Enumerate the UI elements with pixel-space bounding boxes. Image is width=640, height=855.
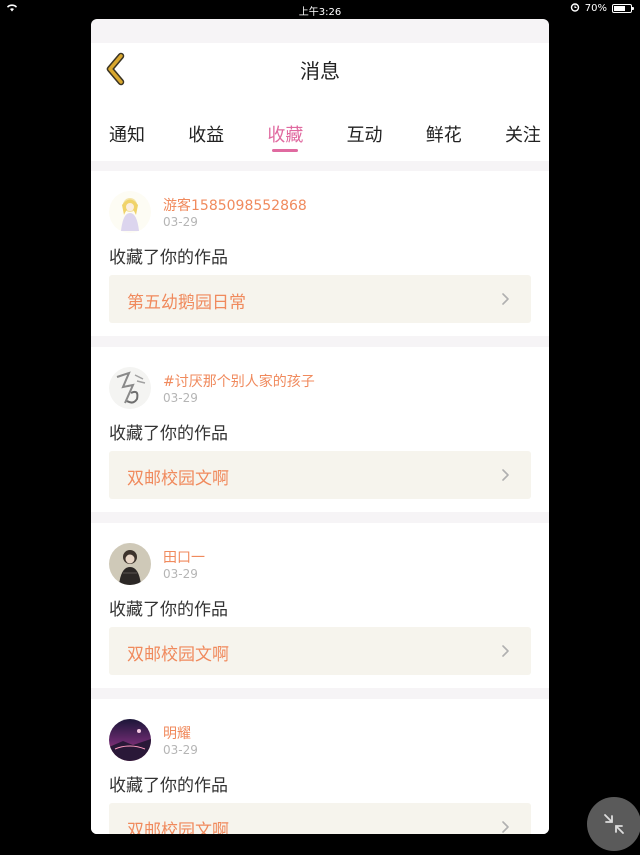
work-link[interactable]: 双邮校园文啊 (109, 627, 531, 675)
username[interactable]: 明耀 (163, 723, 191, 743)
message-date: 03-29 (163, 567, 198, 581)
message-date: 03-29 (163, 215, 198, 229)
status-bar: 上午3:26 70% (0, 0, 640, 18)
message-date: 03-29 (163, 391, 198, 405)
username[interactable]: 游客1585098552868 (163, 195, 307, 215)
tab-earnings[interactable]: 收益 (188, 115, 224, 161)
chevron-right-icon (502, 293, 509, 305)
page-title: 消息 (300, 59, 340, 83)
username[interactable]: #讨厌那个别人家的孩子 (163, 371, 315, 391)
work-title: 第五幼鹅园日常 (127, 293, 246, 313)
message-card: #讨厌那个别人家的孩子 03-29 收藏了你的作品 双邮校园文啊 (91, 347, 549, 512)
work-title: 双邮校园文啊 (127, 821, 229, 834)
message-action: 收藏了你的作品 (109, 248, 228, 268)
avatar[interactable] (109, 191, 151, 233)
status-time: 上午3:26 (298, 7, 342, 18)
chevron-right-icon (502, 469, 509, 481)
collapse-arrows-icon (604, 814, 624, 834)
message-card: 明耀 03-29 收藏了你的作品 双邮校园文啊 (91, 699, 549, 834)
header: 消息 (91, 43, 549, 116)
message-card: 田口一 03-29 收藏了你的作品 双邮校园文啊 (91, 523, 549, 688)
battery-icon (612, 4, 634, 13)
battery-percent: 70% (584, 3, 607, 14)
work-link[interactable]: 第五幼鹅园日常 (109, 275, 531, 323)
work-title: 双邮校园文啊 (127, 469, 229, 489)
chevron-right-icon (502, 645, 509, 657)
messages-sheet: 消息 通知 收益 收藏 互动 鲜花 关注 游客1585098552868 03-… (91, 19, 549, 834)
avatar[interactable] (109, 543, 151, 585)
tab-flowers[interactable]: 鲜花 (426, 115, 462, 161)
avatar[interactable] (109, 367, 151, 409)
message-date: 03-29 (163, 743, 198, 757)
tab-bar: 通知 收益 收藏 互动 鲜花 关注 (91, 115, 549, 161)
work-link[interactable]: 双邮校园文啊 (109, 803, 531, 834)
username[interactable]: 田口一 (163, 547, 205, 567)
alarm-icon (570, 2, 580, 15)
work-title: 双邮校园文啊 (127, 645, 229, 665)
message-action: 收藏了你的作品 (109, 424, 228, 444)
status-right: 70% (570, 2, 634, 15)
chevron-right-icon (502, 821, 509, 833)
tab-following[interactable]: 关注 (505, 115, 541, 161)
message-action: 收藏了你的作品 (109, 600, 228, 620)
tab-notifications[interactable]: 通知 (109, 115, 145, 161)
tab-interactions[interactable]: 互动 (347, 115, 383, 161)
collapse-button[interactable] (587, 797, 640, 851)
message-card: 游客1585098552868 03-29 收藏了你的作品 第五幼鹅园日常 (91, 171, 549, 336)
work-link[interactable]: 双邮校园文啊 (109, 451, 531, 499)
tab-favorites[interactable]: 收藏 (267, 115, 303, 161)
message-action: 收藏了你的作品 (109, 776, 228, 796)
avatar[interactable] (109, 719, 151, 761)
